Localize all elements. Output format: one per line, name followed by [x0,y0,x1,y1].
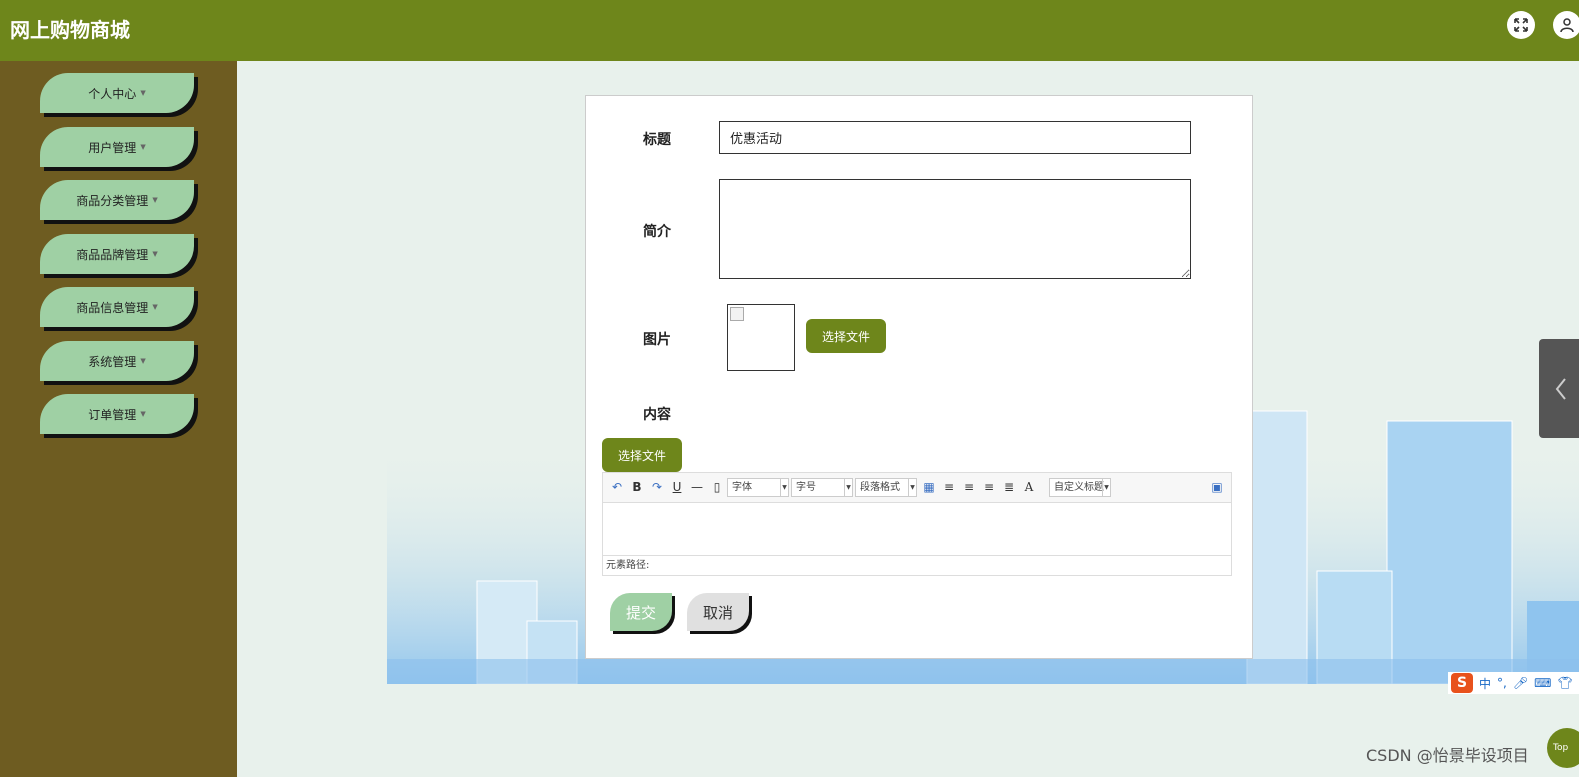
chevron-down-icon: ▼ [780,479,788,496]
punctuation-icon[interactable]: °, [1497,676,1507,690]
redo-icon[interactable]: ↷ [649,479,665,495]
custom-title-select[interactable]: 自定义标题 ▼ [1049,478,1111,497]
sidebar-item-label: 商品品牌管理 [76,247,149,262]
image-preview [727,304,795,371]
align-center-icon[interactable]: ≡ [981,479,997,495]
chevron-down-icon: ▼ [1102,479,1110,496]
caret-down-icon: ▼ [140,410,146,418]
chevron-down-icon: ▼ [844,479,852,496]
sidebar-item-category-management[interactable]: 商品分类管理 ▼ [40,180,194,220]
sidebar-item-label: 用户管理 [88,140,137,155]
intro-label: 简介 [643,224,671,240]
shirt-icon[interactable]: 👕︎ [1557,676,1572,690]
editor-content-area[interactable] [603,504,1231,554]
justify-icon[interactable]: ≣ [1001,479,1017,495]
submit-button[interactable]: 提交 [610,593,672,631]
fullscreen-button[interactable] [1507,11,1535,39]
font-color-icon[interactable]: A [1021,479,1037,495]
choose-image-button[interactable]: 选择文件 [806,319,886,353]
keyboard-icon[interactable]: ⌨ [1534,676,1551,690]
sidebar-item-user-management[interactable]: 用户管理 ▼ [40,127,194,167]
sidebar-item-product-management[interactable]: 商品信息管理 ▼ [40,287,194,327]
chevron-down-icon: ▼ [908,479,916,496]
user-button[interactable] [1553,11,1579,39]
side-drawer-toggle[interactable] [1539,339,1579,438]
title-label: 标题 [643,132,671,148]
sidebar-item-personal-center[interactable]: 个人中心 ▼ [40,73,194,113]
sidebar-item-label: 个人中心 [88,86,137,101]
microphone-icon[interactable]: 🎤︎ [1513,676,1528,690]
content-label: 内容 [643,407,671,423]
chevron-left-icon [1555,378,1566,400]
sidebar-item-system-management[interactable]: 系统管理 ▼ [40,341,194,381]
underline-icon[interactable]: U [669,479,685,495]
paragraph-format-select-label: 段落格式 [860,482,900,493]
ime-language[interactable]: 中 [1479,675,1491,692]
caret-down-icon: ▼ [140,357,146,365]
caret-down-icon: ▼ [152,196,158,204]
bold-icon[interactable]: B [629,479,645,495]
document-icon[interactable]: ▯ [709,479,725,495]
fullscreen-icon [1514,18,1528,32]
sidebar-item-label: 订单管理 [88,407,137,422]
sidebar: 个人中心 ▼ 用户管理 ▼ 商品分类管理 ▼ 商品品牌管理 ▼ 商品信息管理 ▼ 系统管理… [0,61,237,777]
rich-text-editor: ↶ B ↷ U — ▯ 字体 ▼ 字号 ▼ 段落格式 ▼ ▦ ≡ ≡ ≡ ≣ A [602,472,1232,576]
element-path-bar: 元素路径: [603,555,1231,575]
caret-down-icon: ▼ [140,143,146,151]
app-title: 网上购物商城 [10,18,130,42]
image-label: 图片 [643,332,671,348]
title-input[interactable] [719,121,1191,154]
choose-content-file-button[interactable]: 选择文件 [602,438,682,472]
ime-toolbar: S 中 °, 🎤︎ ⌨ 👕︎ [1448,672,1579,694]
caret-down-icon: ▼ [152,250,158,258]
sidebar-item-label: 商品信息管理 [76,300,149,315]
align-left-icon[interactable]: ≡ [941,479,957,495]
user-icon [1560,18,1574,33]
broken-image-icon [730,307,744,321]
caret-down-icon: ▼ [152,303,158,311]
caret-down-icon: ▼ [140,89,146,97]
edit-form: 标题 简介 图片 选择文件 内容 选择文件 ↶ B ↷ U — ▯ 字体 ▼ 字… [585,95,1253,659]
back-to-top-button[interactable]: Top [1547,728,1579,768]
undo-icon[interactable]: ↶ [609,479,625,495]
ime-logo: S [1451,673,1473,693]
intro-textarea[interactable] [719,179,1191,279]
font-size-select[interactable]: 字号 ▼ [791,478,853,497]
sidebar-item-brand-management[interactable]: 商品品牌管理 ▼ [40,234,194,274]
align-right-icon[interactable]: ≡ [961,479,977,495]
editor-toolbar: ↶ B ↷ U — ▯ 字体 ▼ 字号 ▼ 段落格式 ▼ ▦ ≡ ≡ ≡ ≣ A [603,473,1231,503]
sidebar-item-label: 系统管理 [88,354,137,369]
horizontal-rule-icon[interactable]: — [689,479,705,495]
table-icon[interactable]: ▦ [921,479,937,495]
cancel-button[interactable]: 取消 [687,593,749,631]
font-family-select-label: 字体 [732,482,752,493]
sidebar-item-order-management[interactable]: 订单管理 ▼ [40,394,194,434]
preview-icon[interactable]: ▣ [1209,479,1225,495]
top-header: 网上购物商城 [0,0,1579,61]
paragraph-format-select[interactable]: 段落格式 ▼ [855,478,917,497]
font-size-select-label: 字号 [796,482,816,493]
sidebar-item-label: 商品分类管理 [76,193,149,208]
watermark-text: CSDN @怡景毕设项目 [1366,746,1529,765]
custom-title-select-label: 自定义标题 [1054,482,1104,493]
font-family-select[interactable]: 字体 ▼ [727,478,789,497]
